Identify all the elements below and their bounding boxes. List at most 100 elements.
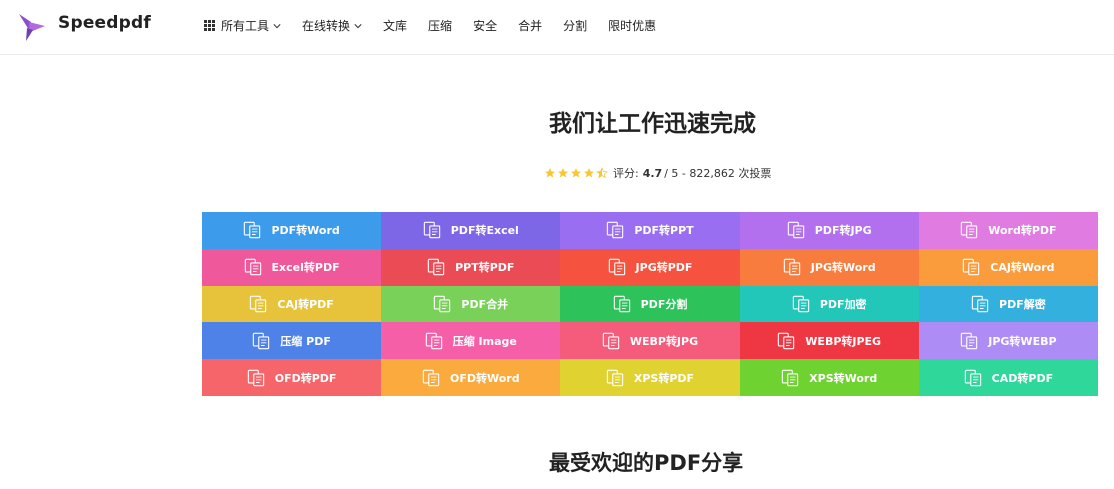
- tool-tile[interactable]: PDF转PPT: [560, 212, 740, 249]
- tool-tile[interactable]: JPG转WEBP: [918, 322, 1098, 360]
- star-rating: [544, 167, 609, 179]
- star-icon: [545, 168, 555, 178]
- tool-label: JPG转PDF: [635, 261, 693, 275]
- speedpdf-logo-icon[interactable]: [16, 10, 48, 42]
- tool-tile[interactable]: 压缩 PDF: [202, 322, 382, 360]
- tool-tile[interactable]: JPG转PDF: [560, 248, 740, 286]
- tool-tile[interactable]: CAJ转PDF: [202, 285, 382, 323]
- pdf-to-image-icon: [787, 222, 804, 239]
- star-icon: [584, 168, 594, 178]
- jpg-to-webp-icon: [961, 332, 978, 349]
- nav-library[interactable]: 文库: [383, 17, 407, 34]
- tool-label: CAD转PDF: [991, 371, 1054, 385]
- nav-compress[interactable]: 压缩: [428, 17, 452, 34]
- grid-icon: [204, 20, 215, 31]
- merge-icon: [434, 295, 451, 313]
- split-icon: [613, 295, 630, 313]
- star-icon: [558, 168, 568, 178]
- tool-label: PDF分割: [640, 297, 688, 311]
- tool-tile[interactable]: Excel转PDF: [202, 248, 382, 286]
- hero-title: 我们让工作迅速完成: [549, 111, 756, 137]
- rating-row: 评分: 4.7 / 5 - 822,862 次投票: [544, 165, 771, 181]
- tool-tile[interactable]: 压缩 Image: [381, 322, 561, 360]
- brand-name[interactable]: Speedpdf: [58, 13, 151, 33]
- webp-to-jpeg-icon: [778, 332, 795, 349]
- tool-tile[interactable]: PDF转Word: [202, 212, 382, 249]
- caj-to-doc-icon: [963, 258, 980, 276]
- tool-label: CAJ转Word: [990, 261, 1055, 275]
- nav-label: 压缩: [428, 19, 453, 33]
- cad-to-pdf-icon: [964, 369, 981, 386]
- pdf-to-doc-icon: [244, 222, 261, 239]
- tool-label: Excel转PDF: [271, 261, 340, 275]
- tool-tile[interactable]: XPS转PDF: [560, 359, 740, 396]
- tool-tile[interactable]: Word转PDF: [918, 212, 1098, 249]
- pdf-to-ppt-icon: [607, 222, 624, 239]
- tool-tile[interactable]: PDF转JPG: [739, 212, 919, 249]
- doc-to-pdf-icon: [961, 222, 978, 239]
- tool-label: PDF转Excel: [450, 224, 519, 238]
- nav-label: 合并: [518, 19, 543, 33]
- xps-to-pdf-icon: [606, 369, 624, 386]
- star-icon: [571, 168, 581, 178]
- tool-label: JPG转Word: [810, 261, 876, 275]
- xls-to-pdf-icon: [244, 258, 261, 276]
- tool-label: PDF合并: [461, 297, 509, 311]
- image-to-doc-icon: [783, 258, 800, 276]
- tool-label: JPG转WEBP: [988, 334, 1057, 348]
- nav-online-convert[interactable]: 在线转换: [302, 17, 362, 34]
- tool-tile[interactable]: PDF转Excel: [381, 212, 561, 249]
- tool-label: WEBP转JPG: [629, 334, 699, 348]
- image-to-pdf-icon: [608, 258, 625, 276]
- tool-tile[interactable]: OFD转PDF: [202, 359, 382, 396]
- tool-tile[interactable]: CAD转PDF: [918, 359, 1098, 396]
- rating-label: 评分:: [613, 167, 639, 180]
- tool-label: XPS转PDF: [633, 371, 695, 385]
- nav-split[interactable]: 分割: [563, 17, 587, 34]
- tool-label: PDF转JPG: [814, 224, 872, 238]
- nav-label: 限时优惠: [608, 19, 657, 33]
- tool-label: PDF转Word: [271, 224, 340, 238]
- ofd-to-doc-icon: [422, 369, 440, 386]
- compress-pdf-icon: [253, 332, 270, 349]
- tool-tile[interactable]: PDF加密: [739, 285, 919, 323]
- nav-label: 安全: [473, 19, 498, 33]
- tool-tile[interactable]: PDF解密: [918, 285, 1098, 323]
- tool-tile[interactable]: OFD转Word: [381, 359, 561, 396]
- tool-label: Word转PDF: [988, 224, 1057, 238]
- caj-to-pdf-icon: [250, 295, 267, 313]
- rating-value: 4.7: [642, 166, 663, 180]
- tool-tile[interactable]: CAJ转Word: [918, 248, 1098, 286]
- xps-to-doc-icon: [781, 369, 799, 386]
- tool-tile[interactable]: JPG转Word: [739, 248, 919, 286]
- compress-image-icon: [425, 332, 442, 349]
- nav-merge[interactable]: 合并: [518, 17, 542, 34]
- ppt-to-pdf-icon: [427, 258, 445, 276]
- tool-grid: PDF转Word PDF转Excel PDF转PPT PDF转JPG Word转PDF E…: [202, 212, 1098, 396]
- webp-to-jpg-icon: [602, 332, 620, 349]
- rating-votes: / 5 - 822,862 次投票: [664, 167, 772, 180]
- tool-label: PDF转PPT: [634, 224, 694, 238]
- tool-tile[interactable]: PPT转PDF: [381, 248, 561, 286]
- chevron-down-icon: [273, 23, 281, 28]
- unlock-icon: [971, 295, 989, 313]
- nav-all-tools[interactable]: 所有工具: [204, 17, 281, 34]
- nav-label: 所有工具: [221, 19, 270, 33]
- tool-label: CAJ转PDF: [277, 297, 334, 311]
- tool-label: PDF加密: [819, 297, 867, 311]
- tool-tile[interactable]: WEBP转JPEG: [739, 322, 919, 360]
- lock-icon: [792, 295, 810, 313]
- half-star-icon: [596, 167, 608, 179]
- tool-tile[interactable]: XPS转Word: [739, 359, 919, 396]
- ofd-to-pdf-icon: [247, 369, 264, 386]
- nav-security[interactable]: 安全: [473, 17, 497, 34]
- tool-tile[interactable]: WEBP转JPG: [560, 322, 740, 360]
- tool-tile[interactable]: PDF分割: [560, 285, 740, 323]
- nav-limited-offer[interactable]: 限时优惠: [608, 17, 656, 34]
- popular-pdf-share-title: 最受欢迎的PDF分享: [549, 451, 744, 475]
- main-nav: 所有工具 在线转换 文库 压缩 安全 合并 分割 限时优惠: [204, 17, 677, 34]
- tool-label: 压缩 PDF: [280, 334, 331, 348]
- chevron-down-icon: [354, 23, 362, 28]
- nav-label: 分割: [563, 19, 588, 33]
- tool-tile[interactable]: PDF合并: [381, 285, 561, 323]
